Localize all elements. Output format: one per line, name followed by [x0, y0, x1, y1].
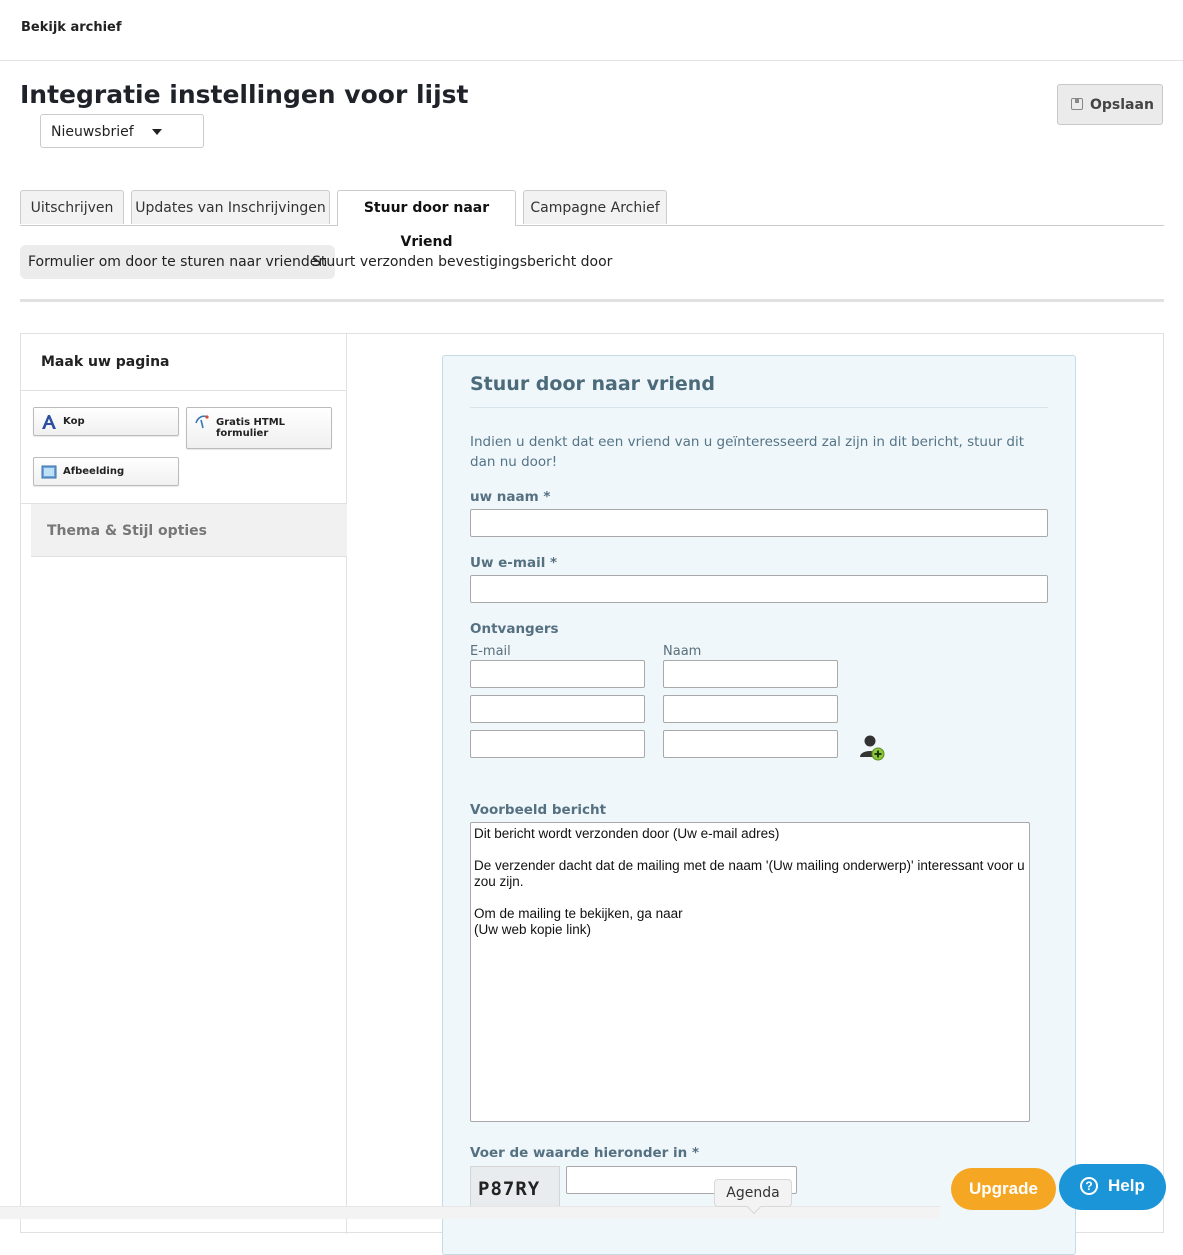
- email-label: Uw e-mail *: [470, 555, 558, 571]
- message-textarea[interactable]: Dit bericht wordt verzonden door (Uw e-m…: [470, 822, 1030, 1122]
- section-divider: [20, 299, 1164, 302]
- image-icon: [41, 465, 57, 479]
- sidebar-header: Maak uw pagina: [21, 334, 347, 391]
- subtab-confirmation-message[interactable]: Stuurt verzonden bevestigingsbericht doo…: [312, 245, 612, 279]
- list-select[interactable]: Nieuwsbrief: [40, 114, 204, 148]
- recipient-email-input-3[interactable]: [470, 730, 645, 758]
- block-heading[interactable]: Kop: [33, 407, 179, 436]
- recipients-label: Ontvangers: [470, 621, 559, 637]
- theme-style-options[interactable]: Thema & Stijl opties: [31, 504, 347, 557]
- captcha-label: Voer de waarde hieronder in *: [470, 1145, 699, 1161]
- save-button-label: Opslaan: [1090, 97, 1154, 113]
- page-title: Integratie instellingen voor lijst: [20, 80, 469, 109]
- block-html-form-label: Gratis HTML formulier: [216, 417, 286, 439]
- form-intro: Indien u denkt dat een vriend van u geïn…: [470, 434, 1025, 470]
- captcha-code: P87RY: [478, 1178, 541, 1200]
- help-button-label: Help: [1108, 1176, 1145, 1195]
- block-image[interactable]: Afbeelding: [33, 457, 179, 486]
- tab-forward-to-friend[interactable]: Stuur door naar Vriend: [337, 190, 516, 250]
- tab-campaign-archive[interactable]: Campagne Archief: [523, 190, 667, 224]
- help-button[interactable]: ? Help: [1059, 1164, 1166, 1210]
- upgrade-button[interactable]: Upgrade: [951, 1168, 1056, 1210]
- forward-form-preview: Stuur door naar vriend Indien u denkt da…: [442, 355, 1076, 1255]
- save-button[interactable]: Opslaan: [1057, 84, 1163, 125]
- block-image-label: Afbeelding: [63, 466, 125, 477]
- tab-bar: Uitschrijven Updates van Inschrijvingen …: [20, 190, 1164, 250]
- form-title-rule: [470, 407, 1048, 408]
- page-editor: Maak uw pagina Kop Gratis HTML formulier: [20, 333, 1164, 1255]
- builder-sidebar: Maak uw pagina Kop Gratis HTML formulier: [21, 334, 347, 1234]
- heading-icon: [42, 415, 56, 429]
- email-input[interactable]: [470, 575, 1048, 603]
- list-select-value: Nieuwsbrief: [51, 124, 134, 140]
- block-palette: Kop Gratis HTML formulier Afbeelding: [21, 391, 347, 504]
- floppy-disk-icon: [1071, 98, 1083, 110]
- tab-unsubscribe[interactable]: Uitschrijven: [20, 190, 124, 224]
- name-input[interactable]: [470, 509, 1048, 537]
- caret-down-icon: [152, 129, 162, 135]
- recipient-name-input-3[interactable]: [663, 730, 838, 758]
- theme-style-label: Thema & Stijl opties: [47, 523, 208, 539]
- captcha-image: P87RY: [470, 1166, 560, 1210]
- recipient-email-column-label: E-mail: [470, 644, 511, 659]
- question-icon: ?: [1080, 1177, 1098, 1195]
- message-label: Voorbeeld bericht: [470, 802, 607, 818]
- view-archive-link[interactable]: Bekijk archief: [21, 20, 122, 35]
- agenda-tooltip: Agenda: [714, 1179, 792, 1207]
- recipient-name-column-label: Naam: [663, 644, 702, 659]
- recipient-email-input-2[interactable]: [470, 695, 645, 723]
- sidebar-title: Maak uw pagina: [41, 354, 170, 370]
- recipient-name-input-1[interactable]: [663, 660, 838, 688]
- block-heading-label: Kop: [63, 416, 85, 427]
- tab-subscription-updates[interactable]: Updates van Inschrijvingen: [131, 190, 330, 224]
- block-html-form[interactable]: Gratis HTML formulier: [186, 407, 332, 449]
- top-bar: Bekijk archief: [0, 0, 1183, 61]
- name-label: uw naam *: [470, 489, 551, 505]
- recipient-name-input-2[interactable]: [663, 695, 838, 723]
- subtab-forward-form[interactable]: Formulier om door te sturen naar vriende…: [20, 245, 336, 279]
- form-title: Stuur door naar vriend: [470, 373, 715, 395]
- recipient-email-input-1[interactable]: [470, 660, 645, 688]
- bottom-strip: [0, 1206, 940, 1219]
- html-form-icon: [195, 415, 209, 429]
- add-recipient-icon[interactable]: [857, 733, 887, 763]
